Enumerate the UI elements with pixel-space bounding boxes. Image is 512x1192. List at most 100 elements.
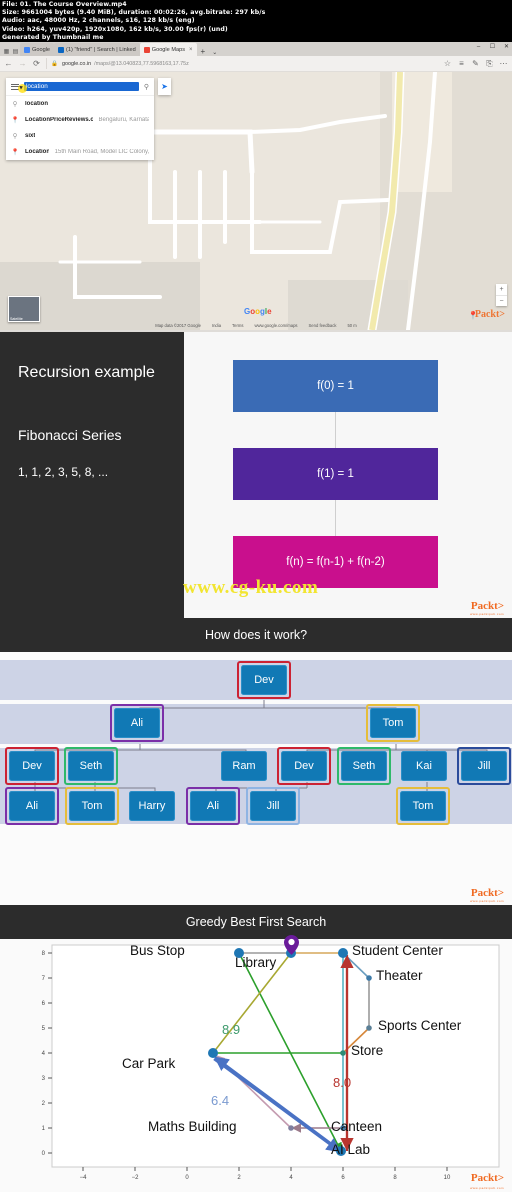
probe-line-generator: Generated by Thumbnail me: [2, 33, 104, 41]
satellite-layer-thumbnail[interactable]: Satellite: [8, 296, 40, 322]
forward-icon[interactable]: →: [18, 59, 27, 68]
svg-text:−4: −4: [80, 1175, 88, 1181]
tab-manager-icon[interactable]: ▦: [2, 46, 11, 56]
page-title: Recursion example: [18, 364, 155, 381]
tree-node-ram[interactable]: Ram: [221, 751, 267, 781]
svg-text:3: 3: [42, 1076, 46, 1082]
place-pin-icon: 📍: [11, 149, 20, 156]
send-feedback-link[interactable]: Send feedback: [309, 323, 337, 328]
edge-cost-label-8-9: 8.9: [222, 1022, 241, 1037]
graph-svg: 876 543 210 −4 −2 02 46 8 10: [42, 944, 500, 1181]
tree-node-harry[interactable]: Harry: [129, 791, 175, 821]
map-region[interactable]: India: [212, 323, 221, 328]
selection-outline-red: [5, 747, 59, 785]
search-icon[interactable]: ⚲: [144, 83, 149, 91]
formula-box-base0: f(0) = 1: [233, 360, 438, 412]
svg-text:7: 7: [42, 976, 46, 982]
browser-tab-google[interactable]: Google: [20, 43, 55, 56]
graph-node-label-sports-center: Sports Center: [378, 1018, 462, 1033]
back-icon[interactable]: ←: [4, 59, 13, 68]
tree-node-kai[interactable]: Kai: [401, 751, 447, 781]
search-suggestions: ⚲ location 📍 LocationPriceReviews.com Be…: [6, 95, 154, 160]
selection-outline-red: [277, 747, 331, 785]
edge-cost-label-6-4: 6.4: [211, 1093, 230, 1108]
google-favicon: [24, 46, 30, 53]
suggestion-label: LocationPriceReviews.com: [25, 117, 93, 123]
search-icon: ⚲: [12, 133, 18, 140]
graph-node-label-ai-lab: AI Lab: [331, 1142, 371, 1157]
web-note-pen-icon[interactable]: ✎: [471, 59, 480, 68]
packt-logo: Packt>: [470, 887, 504, 899]
close-window-button[interactable]: ✕: [503, 43, 510, 50]
browser-navigation-bar: ← → ⟳ 🔒 google.co.in /maps/@13.040823,77…: [0, 56, 512, 72]
map-footer: Map data ©2017 Google India Terms www.go…: [0, 321, 512, 330]
address-bar[interactable]: 🔒 google.co.in /maps/@13.040823,77.59681…: [46, 58, 438, 69]
svg-text:1: 1: [42, 1126, 46, 1132]
slide-header: How does it work?: [0, 618, 512, 652]
more-options-icon[interactable]: ⋯: [499, 59, 508, 68]
search-input[interactable]: location: [24, 82, 139, 91]
google-maps-viewport[interactable]: location ⚲ ⚲ location 📍 LocationPriceRev…: [0, 72, 512, 330]
suggestion-item[interactable]: ⚲ sixt: [6, 128, 154, 144]
selection-outline-gold: [366, 704, 420, 742]
selection-outline-gold: [65, 787, 119, 825]
svg-text:4: 4: [42, 1051, 46, 1057]
maximize-button[interactable]: ☐: [489, 43, 496, 50]
tab-title: Google Maps: [151, 46, 186, 53]
zoom-in-button[interactable]: +: [496, 284, 507, 295]
map-scale: 50 m: [347, 323, 357, 328]
svg-text:−2: −2: [132, 1175, 140, 1181]
browser-window: ▦ ▤ Google (1) "friend" | Search | Linke…: [0, 42, 512, 332]
new-tab-button[interactable]: +: [197, 47, 210, 56]
minimize-button[interactable]: –: [475, 43, 482, 50]
graph-node-label-car-park: Car Park: [122, 1056, 176, 1071]
place-pin-icon: 📍: [11, 117, 20, 124]
probe-line-size: Size: 9661004 bytes (9.40 MiB), duration…: [2, 9, 266, 17]
maps-search-panel: location ⚲ ⚲ location 📍 LocationPriceRev…: [6, 78, 154, 160]
browser-toolbar-actions: ☆ ≡ ✎ ⎘ ⋯: [443, 59, 508, 69]
slide-subtitle: Fibonacci Series: [18, 427, 122, 443]
graph-node-label-store: Store: [351, 1043, 384, 1058]
google-maps-favicon: [143, 46, 150, 53]
svg-text:6: 6: [42, 1001, 46, 1007]
share-icon[interactable]: ⎘: [485, 59, 494, 69]
probe-line-video: Video: h264, yuv420p, 1920x1080, 162 kb/…: [2, 25, 228, 33]
zoom-out-button[interactable]: −: [496, 295, 507, 306]
slide-greedy-best-first-search: Greedy Best First Search 8 7 6 5 4 3 2 1…: [0, 905, 512, 1192]
svg-text:10: 10: [444, 1175, 451, 1181]
search-icon: ⚲: [12, 101, 18, 108]
close-tab-icon[interactable]: ×: [189, 47, 193, 53]
map-terms-link[interactable]: Terms: [232, 323, 243, 328]
probe-line-file: File: 01. The Course Overview.mp4: [2, 1, 127, 8]
suggestion-item[interactable]: 📍 LocationPriceReviews.com Bengaluru, Ka…: [6, 112, 154, 128]
formula-boxes: f(0) = 1 f(1) = 1 f(n) = f(n-1) + f(n-2): [233, 332, 438, 618]
suggestion-item[interactable]: 📍 Location B 15th Main Road, Model LIC C…: [6, 144, 154, 160]
reading-list-icon[interactable]: ≡: [457, 59, 466, 68]
favorite-star-icon[interactable]: ☆: [443, 59, 452, 68]
browser-tab-google-maps[interactable]: Google Maps ×: [139, 43, 197, 56]
svg-text:8: 8: [42, 951, 46, 957]
refresh-icon[interactable]: ⟳: [32, 59, 41, 68]
selection-outline-green: [337, 747, 391, 785]
browser-tab-linkedin[interactable]: (1) "friend" | Search | Linked: [54, 43, 140, 56]
lock-icon: 🔒: [51, 60, 58, 67]
browser-tab-strip: ▦ ▤ Google (1) "friend" | Search | Linke…: [0, 42, 512, 56]
mouse-cursor: [18, 84, 27, 93]
selection-outline-purple: [110, 704, 164, 742]
packt-url: www.packtpub.com: [470, 612, 504, 616]
suggestion-sublabel: 15th Main Road, Model LIC Colony, Bengal…: [54, 149, 149, 155]
suggestion-item[interactable]: ⚲ location: [6, 96, 154, 112]
maps-search-row: location ⚲: [6, 78, 154, 95]
selection-outline-purple: [5, 787, 59, 825]
suggestion-label: location: [25, 101, 49, 107]
tab-title: Google: [32, 46, 51, 53]
selection-outline-gold: [396, 787, 450, 825]
map-zoom-controls: + −: [496, 284, 507, 306]
chevron-down-icon[interactable]: ⌄: [209, 49, 220, 56]
svg-text:2: 2: [42, 1101, 46, 1107]
set-aside-tabs-icon[interactable]: ▤: [11, 46, 20, 56]
packt-logo: Packt>: [470, 1172, 504, 1184]
suggestion-label: Location B: [25, 149, 49, 155]
map-url-link[interactable]: www.google.com/maps: [254, 323, 297, 328]
directions-button[interactable]: ➤: [158, 78, 171, 95]
